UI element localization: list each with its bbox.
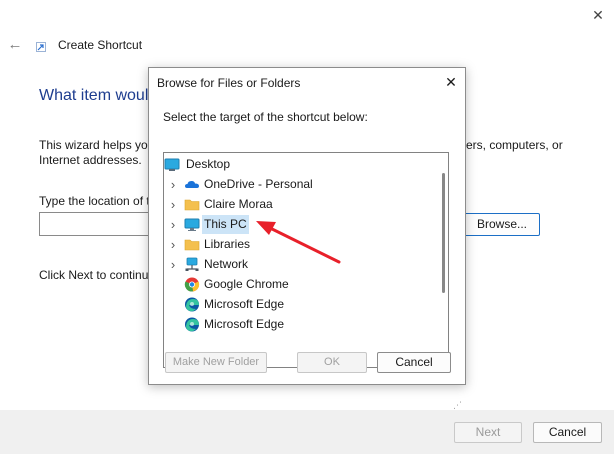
monitor-icon <box>184 218 200 231</box>
expand-chevron-icon[interactable]: › <box>168 215 178 234</box>
tree-scrollbar[interactable] <box>442 173 445 293</box>
expand-chevron-icon[interactable]: › <box>168 235 178 254</box>
window-title: Create Shortcut <box>58 38 143 52</box>
folder-icon <box>184 239 200 251</box>
back-arrow-icon[interactable]: ← <box>6 36 24 54</box>
tree-label: Claire Moraa <box>204 197 273 211</box>
tree-label: Network <box>204 257 249 271</box>
wizard-heading: What item woul <box>39 87 149 104</box>
tree-item[interactable]: › OneDrive - Personal <box>164 175 434 194</box>
dialog-body: Select the target of the shortcut below:… <box>149 96 465 410</box>
dialog-title: Browse for Files or Folders <box>157 76 301 90</box>
next-instruction: Click Next to continu <box>39 268 149 282</box>
tree-label: Desktop <box>186 157 231 171</box>
tree-label: Google Chrome <box>204 277 289 291</box>
onedrive-cloud-icon <box>185 181 199 188</box>
tree-label: This PC <box>202 215 249 234</box>
tree-item[interactable]: › Network <box>164 255 434 274</box>
tree-item[interactable]: Google Chrome <box>164 275 434 294</box>
desktop-icon <box>164 158 180 171</box>
tree-label: Libraries <box>204 237 251 251</box>
tree-root-desktop[interactable]: Desktop <box>164 155 434 174</box>
description-line-1: This wizard helps yo <box>39 138 148 152</box>
browse-dialog: Browse for Files or Folders ✕ Select the… <box>148 67 466 410</box>
tree-item[interactable]: › This PC <box>164 215 434 234</box>
description-continuation: ers, computers, or <box>466 138 563 152</box>
tree-item[interactable]: Microsoft Edge <box>164 315 434 334</box>
tree-label: Microsoft Edge <box>204 317 285 331</box>
dialog-instruction: Select the target of the shortcut below: <box>163 110 368 124</box>
tree-label: OneDrive - Personal <box>204 177 313 191</box>
dialog-close-button[interactable]: ✕ <box>441 72 461 92</box>
folder-tree[interactable]: Desktop › OneDrive - Personal › Claire Mora… <box>163 152 449 368</box>
make-new-folder-button[interactable]: Make New Folder <box>165 352 267 373</box>
tree-item[interactable]: › Claire Moraa <box>164 195 434 214</box>
wizard-description: This wizard helps yo Internet addresses. <box>39 138 148 168</box>
expand-chevron-icon[interactable]: › <box>168 255 178 274</box>
close-window-button[interactable]: ✕ <box>586 4 610 26</box>
tree-label: Microsoft Edge <box>204 297 285 311</box>
dialog-cancel-button[interactable]: Cancel <box>377 352 451 373</box>
expand-chevron-icon[interactable]: › <box>168 175 178 194</box>
edge-icon <box>185 297 199 312</box>
edge-icon <box>185 317 199 332</box>
chrome-icon <box>184 277 200 292</box>
cancel-button[interactable]: Cancel <box>533 422 602 443</box>
location-label: Type the location of t <box>39 194 150 208</box>
location-input[interactable] <box>39 212 149 236</box>
next-button[interactable]: Next <box>454 422 522 443</box>
shortcut-icon <box>36 42 46 52</box>
tree-item[interactable]: Microsoft Edge <box>164 295 434 314</box>
ok-button[interactable]: OK <box>297 352 367 373</box>
folder-icon <box>184 199 200 211</box>
resize-grip-icon[interactable]: ⋰ <box>453 400 462 411</box>
expand-chevron-icon[interactable]: › <box>168 195 178 214</box>
browse-button[interactable]: Browse... <box>464 213 540 236</box>
tree-item[interactable]: › Libraries <box>164 235 434 254</box>
network-icon <box>185 257 199 271</box>
description-line-2: Internet addresses. <box>39 153 142 167</box>
dialog-titlebar: Browse for Files or Folders ✕ <box>149 68 465 96</box>
